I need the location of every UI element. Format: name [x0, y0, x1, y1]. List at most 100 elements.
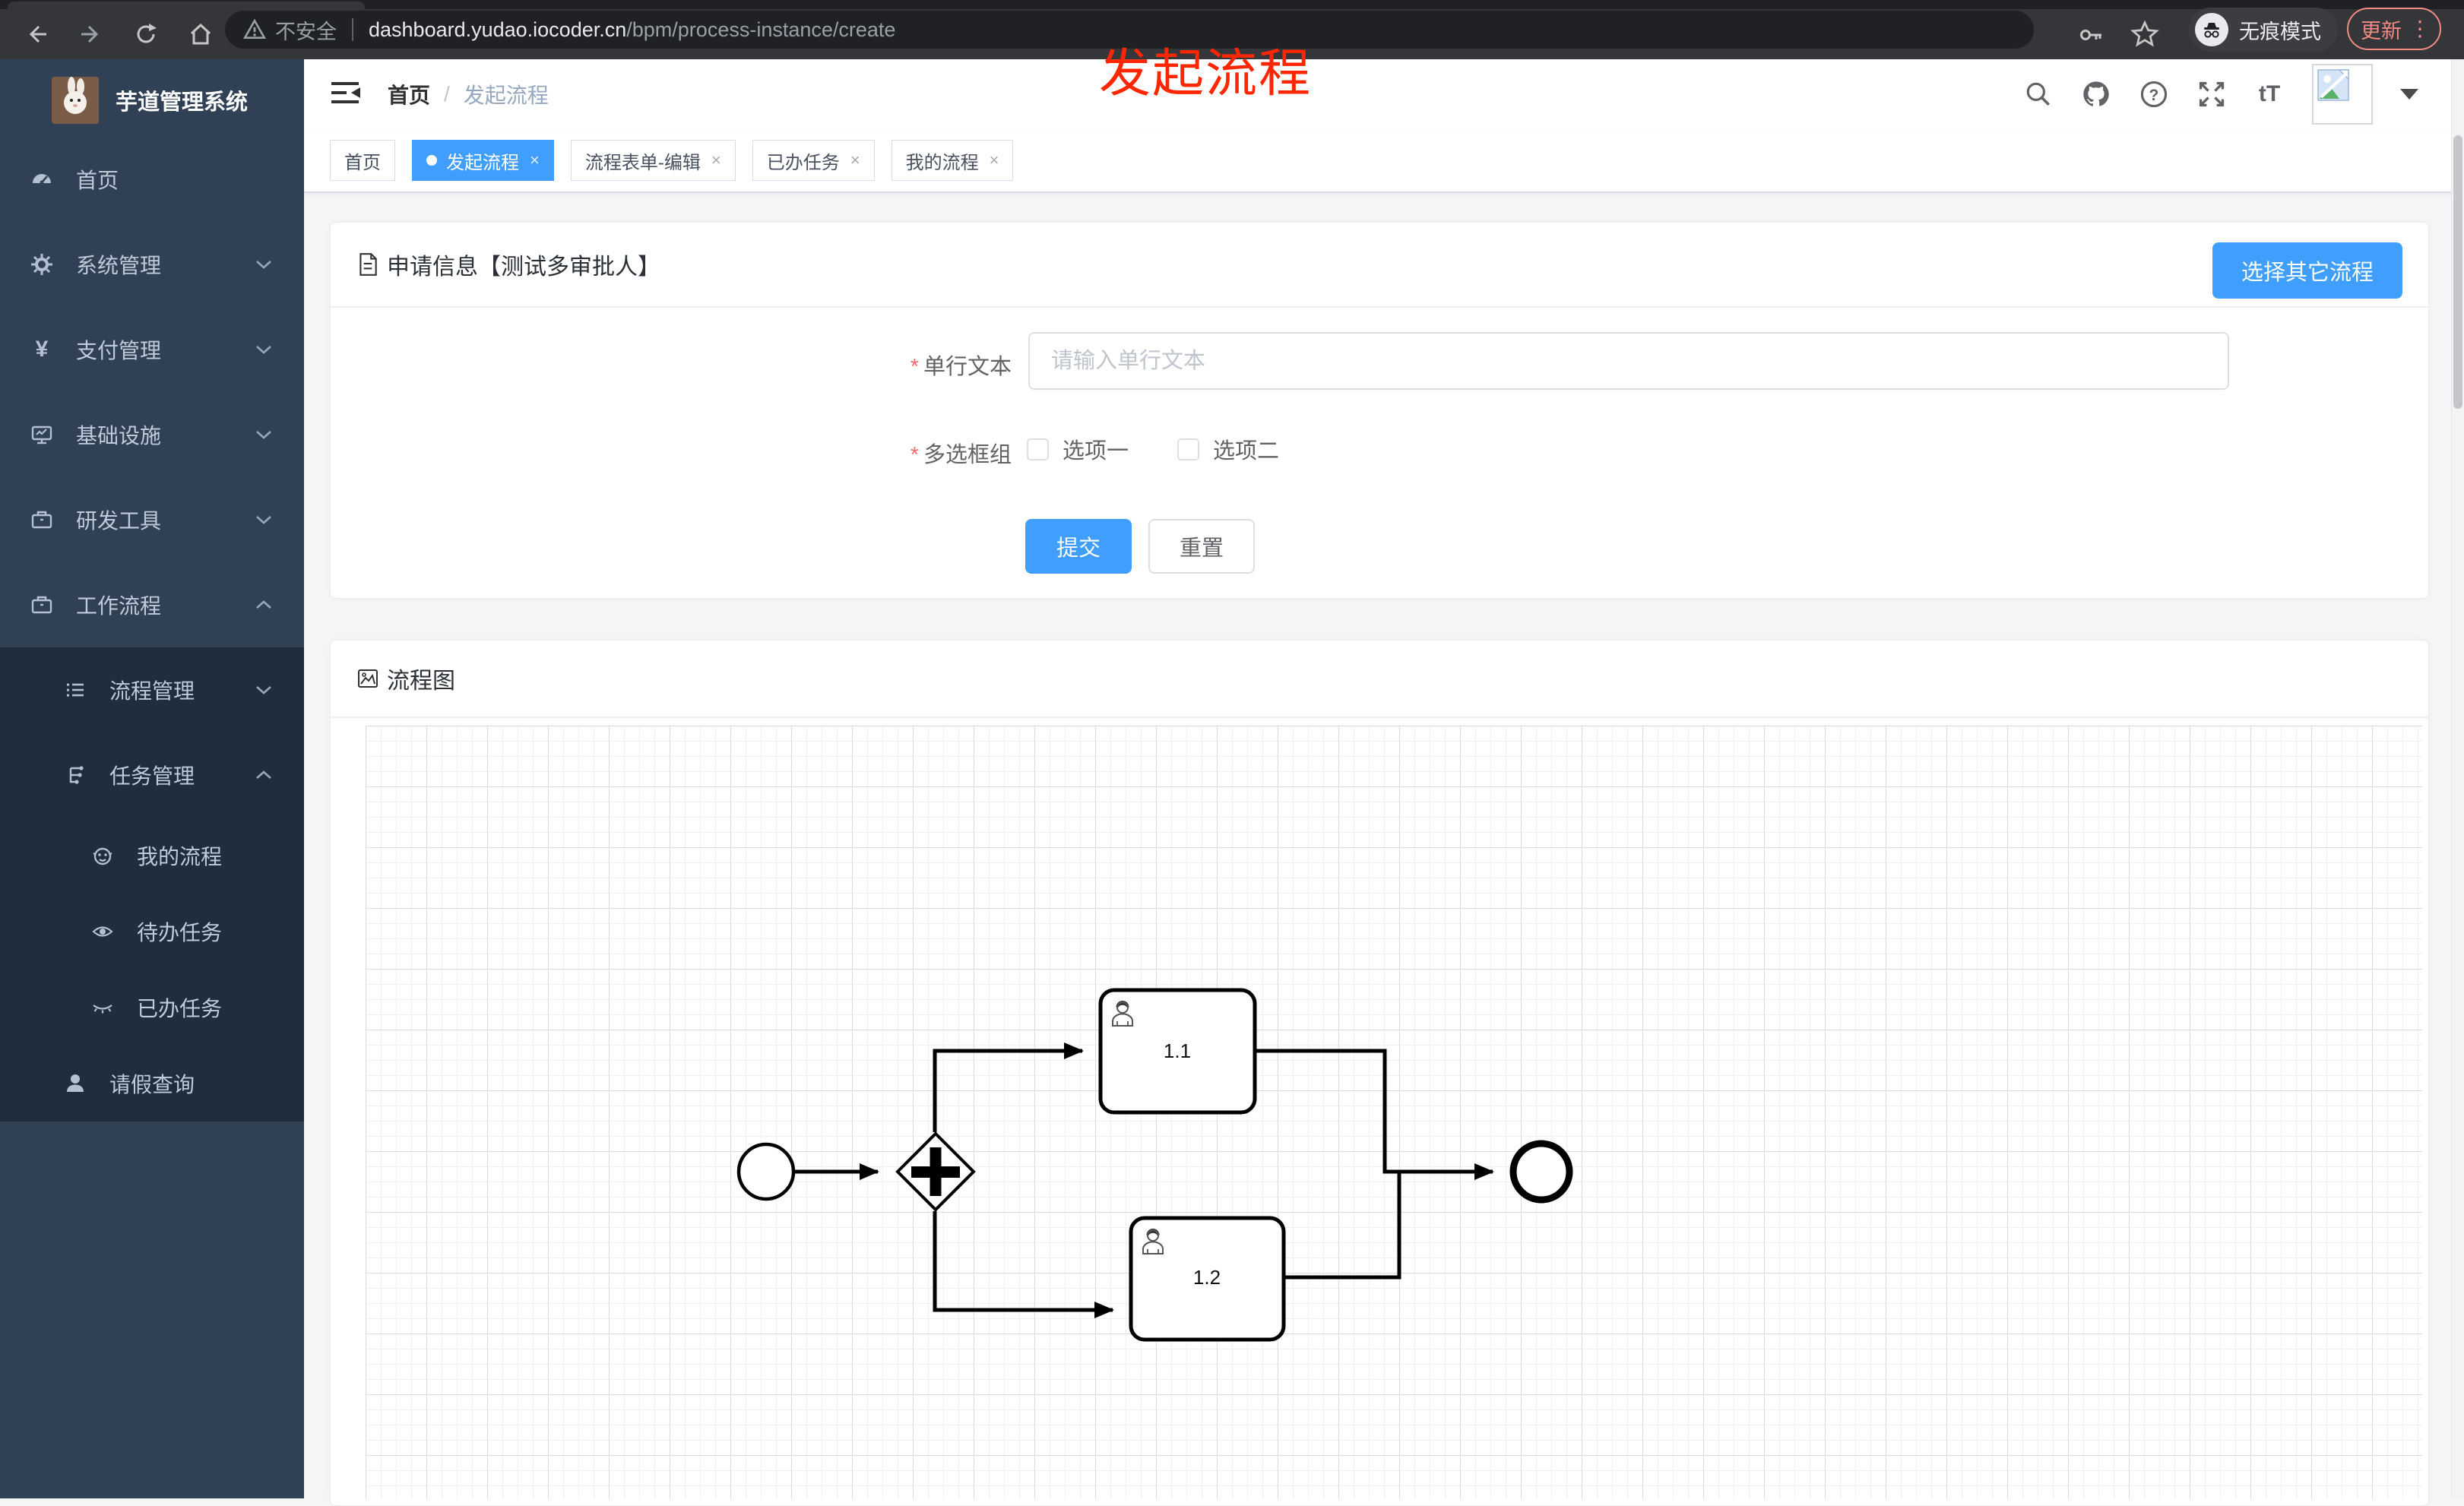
bpmn-diagram: 1.1 1.2	[736, 988, 1573, 1342]
password-key-icon[interactable]	[2069, 9, 2114, 59]
flow-task-1-to-end	[1255, 1049, 1494, 1180]
sidebar-item-system[interactable]: 系统管理	[0, 222, 304, 307]
sidebar-item-task-mgmt[interactable]: 任务管理	[0, 732, 304, 818]
sidebar-item-label: 任务管理	[109, 764, 195, 788]
sidebar-item-label: 基础设施	[76, 424, 162, 448]
sidebar-item-dev-tools[interactable]: 研发工具	[0, 477, 304, 562]
font-size-icon[interactable]: tT	[2254, 79, 2285, 109]
bpmn-user-task-2[interactable]: 1.2	[1129, 1216, 1286, 1342]
tag-close-icon[interactable]: ×	[530, 152, 540, 169]
checkbox-option-1-label[interactable]: 选项一	[1063, 433, 1129, 465]
broken-image-icon	[2317, 69, 2349, 101]
checkbox-option-2[interactable]	[1177, 438, 1200, 460]
app-logo	[52, 77, 99, 124]
browser-update-button[interactable]: 更新 ⋮	[2347, 8, 2441, 50]
tag-close-icon[interactable]: ×	[711, 152, 721, 169]
incognito-spy-icon	[2195, 13, 2228, 46]
avatar[interactable]	[2312, 64, 2373, 125]
url-domain: dashboard.yudao.iocoder.cn	[369, 17, 627, 41]
browser-tab-strip	[0, 0, 2464, 9]
text-field-label: * 单行文本	[910, 355, 1012, 379]
chevron-down-icon	[255, 685, 272, 695]
breadcrumb-separator: /	[444, 82, 450, 106]
tag-start-process[interactable]: 发起流程 ×	[412, 140, 554, 181]
task-label: 1.2	[1193, 1266, 1221, 1289]
app-header: 首页 / 发起流程 ? tT	[304, 59, 2464, 129]
tag-close-icon[interactable]: ×	[990, 152, 999, 169]
sidebar-item-my-process[interactable]: 我的流程	[0, 818, 304, 894]
avatar-caret-icon[interactable]	[2400, 89, 2418, 100]
search-icon[interactable]	[2023, 79, 2054, 109]
monitor-icon	[30, 423, 53, 446]
page-scrollbar[interactable]	[2451, 59, 2464, 1498]
list-icon	[64, 679, 87, 701]
sidebar-item-todo-tasks[interactable]: 待办任务	[0, 894, 304, 970]
sidebar-logo-row[interactable]: 芋道管理系统	[0, 64, 304, 137]
sidebar-item-payment[interactable]: ¥ 支付管理	[0, 307, 304, 392]
eye-closed-icon	[91, 996, 114, 1019]
sidebar-item-done-tasks[interactable]: 已办任务	[0, 970, 304, 1046]
select-other-process-button[interactable]: 选择其它流程	[2212, 242, 2402, 299]
briefcase-icon	[30, 593, 53, 616]
sidebar-item-workflow[interactable]: 工作流程	[0, 562, 304, 647]
github-icon[interactable]	[2081, 79, 2111, 109]
sidebar-item-home[interactable]: 首页	[0, 137, 304, 222]
browser-back-button[interactable]	[14, 9, 59, 59]
apply-panel-title: 申请信息【测试多审批人】	[387, 255, 660, 280]
scrollbar-thumb[interactable]	[2453, 135, 2462, 409]
url-divider	[352, 18, 353, 41]
bpmn-end-event[interactable]	[1509, 1140, 1573, 1204]
app-title: 芋道管理系统	[116, 90, 249, 115]
bpmn-canvas[interactable]: 1.1 1.2	[366, 726, 2422, 1499]
update-label[interactable]: 更新	[2361, 14, 2402, 44]
tag-done-tasks[interactable]: 已办任务 ×	[752, 140, 875, 181]
main-content: 申请信息【测试多审批人】 选择其它流程 *单行文本 *多选框组 选项一 选项二 …	[304, 193, 2464, 1506]
browser-menu-icon[interactable]: ⋮	[2409, 18, 2431, 40]
bpmn-start-event[interactable]	[736, 1142, 796, 1201]
sidebar: 芋道管理系统 首页 系统管理 ¥ 支付管理 基础设施 研发工具 工作流程 流程管…	[0, 59, 304, 1498]
bpmn-parallel-gateway[interactable]	[895, 1131, 976, 1212]
sidebar-item-process-mgmt[interactable]: 流程管理	[0, 647, 304, 732]
workflow-submenu: 流程管理 任务管理 我的流程 待办任务 已办任务 请假查询	[0, 647, 304, 1122]
fullscreen-icon[interactable]	[2196, 79, 2227, 109]
sidebar-menu: 首页 系统管理 ¥ 支付管理 基础设施 研发工具 工作流程 流程管理 任务管理 …	[0, 137, 304, 1122]
browser-reload-button[interactable]	[123, 9, 169, 59]
bpmn-user-task-1[interactable]: 1.1	[1098, 988, 1257, 1115]
bookmark-star-icon[interactable]	[2122, 9, 2168, 59]
yen-icon: ¥	[35, 337, 49, 362]
tag-close-icon[interactable]: ×	[850, 152, 860, 169]
security-warning-icon	[243, 18, 266, 39]
flow-gateway-to-task-1	[933, 1042, 1084, 1132]
picture-icon	[356, 667, 379, 690]
browser-active-tab[interactable]	[8, 2, 365, 9]
sidebar-item-label: 已办任务	[137, 997, 223, 1020]
flow-tree-icon	[64, 764, 87, 786]
browser-url-bar[interactable]: 不安全 dashboard.yudao.iocoder.cn/bpm/proce…	[225, 11, 2034, 49]
browser-forward-button[interactable]	[68, 9, 114, 59]
security-label[interactable]: 不安全	[275, 15, 337, 45]
active-dot-icon	[426, 155, 437, 166]
reset-button[interactable]: 重置	[1148, 519, 1255, 574]
apply-panel-header: 申请信息【测试多审批人】 选择其它流程	[331, 223, 2428, 308]
tags-view-bar: 首页 发起流程 × 流程表单-编辑 × 已办任务 × 我的流程 ×	[304, 129, 2464, 193]
breadcrumb-home[interactable]: 首页	[388, 79, 430, 109]
single-line-text-input[interactable]	[1028, 332, 2229, 390]
checkbox-option-2-label[interactable]: 选项二	[1213, 433, 1279, 465]
sidebar-item-label: 工作流程	[76, 594, 162, 618]
sidebar-item-leave-query[interactable]: 请假查询	[0, 1046, 304, 1122]
diagram-panel-header: 流程图	[331, 641, 2428, 718]
breadcrumb: 首页 / 发起流程	[388, 59, 549, 129]
tag-my-process[interactable]: 我的流程 ×	[891, 140, 1014, 181]
sidebar-item-infrastructure[interactable]: 基础设施	[0, 392, 304, 477]
checkbox-option-1[interactable]	[1027, 438, 1049, 460]
sidebar-collapse-icon[interactable]	[328, 78, 362, 111]
tag-form-edit[interactable]: 流程表单-编辑 ×	[570, 140, 736, 181]
sidebar-item-label: 流程管理	[109, 679, 195, 703]
tag-home[interactable]: 首页	[330, 140, 395, 181]
chevron-down-icon	[255, 514, 272, 525]
help-icon[interactable]: ?	[2139, 79, 2169, 109]
dashboard-icon	[30, 168, 53, 191]
browser-home-button[interactable]	[178, 9, 223, 59]
briefcase-icon	[30, 508, 53, 531]
submit-button[interactable]: 提交	[1025, 519, 1132, 574]
